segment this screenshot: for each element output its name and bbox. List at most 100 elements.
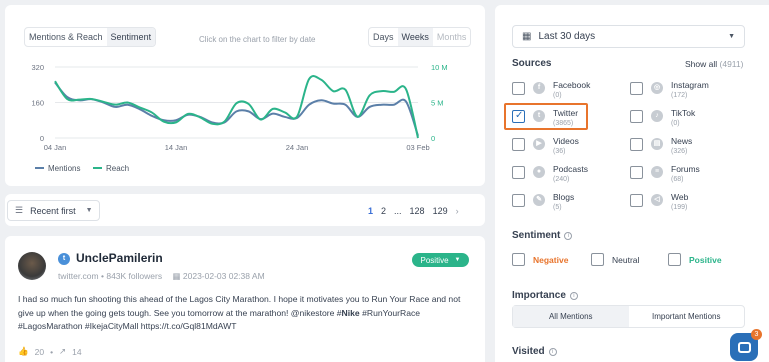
- source-name: Forums: [671, 164, 700, 174]
- total-count: (4911): [719, 59, 744, 69]
- source-checkbox[interactable]: [630, 166, 643, 179]
- avatar[interactable]: [18, 252, 46, 280]
- source-checkbox[interactable]: [512, 138, 525, 151]
- next-page-icon[interactable]: ›: [456, 206, 459, 216]
- chat-button[interactable]: 3: [730, 329, 762, 361]
- mention-text-highlight: Nike: [341, 307, 360, 318]
- web-icon: ◁: [651, 194, 663, 206]
- y-left-tick-label: 320: [31, 63, 44, 72]
- source-checkbox[interactable]: [630, 194, 643, 207]
- source-count: (326): [671, 148, 688, 155]
- date-range-dropdown[interactable]: ▦ Last 30 days ▼: [512, 25, 745, 48]
- date-range-label: Last 30 days: [538, 31, 596, 42]
- sentiment-badge[interactable]: Positive ▼: [412, 253, 469, 267]
- like-icon: 👍: [18, 346, 29, 356]
- source-count: (36): [553, 148, 566, 155]
- page-ellipsis: ...: [394, 206, 402, 216]
- source-videos[interactable]: ▶ Videos (36): [512, 136, 622, 160]
- legend-label: Reach: [106, 164, 129, 173]
- show-all-link[interactable]: Show all (4911): [685, 59, 743, 69]
- author-meta: twitter.com • 843K followers ▦ 2023-02-0…: [58, 271, 265, 282]
- page-128[interactable]: 128: [410, 206, 425, 216]
- facebook-icon: f: [533, 82, 545, 94]
- share-icon: ↗: [59, 346, 67, 356]
- source-name: Instagram: [671, 80, 709, 90]
- source-count: (5): [553, 204, 562, 211]
- source-forums[interactable]: ≡ Forums (68): [630, 164, 740, 188]
- chat-badge: 3: [751, 329, 762, 340]
- tiktok-icon: ♪: [651, 110, 663, 122]
- page-2[interactable]: 2: [381, 206, 386, 216]
- page-129[interactable]: 129: [433, 206, 448, 216]
- positive-label: Positive: [689, 255, 722, 265]
- source-checkbox[interactable]: [512, 194, 525, 207]
- y-right-tick-label: 0: [431, 134, 435, 143]
- pagination: 1 2 ... 128 129 ›: [368, 206, 459, 216]
- importance-tabs: All Mentions Important Mentions: [512, 305, 745, 328]
- engagement-row: 👍 20 • ↗ 14: [18, 346, 82, 357]
- source-tiktok[interactable]: ♪ TikTok (0): [630, 108, 740, 132]
- y-right-tick-label: 5 M: [431, 99, 444, 108]
- source-facebook[interactable]: f Facebook (0): [512, 80, 622, 104]
- positive-checkbox[interactable]: [668, 253, 681, 266]
- calendar-icon: ▦: [522, 31, 532, 42]
- sort-lines-icon: ☰: [15, 205, 24, 215]
- shares-count: 14: [72, 346, 82, 357]
- source-count: (0): [671, 120, 680, 127]
- source-name: Facebook: [553, 80, 591, 90]
- source-checkbox[interactable]: [630, 110, 643, 123]
- y-left-tick-label: 0: [40, 134, 44, 143]
- y-left-tick-label: 160: [31, 99, 44, 108]
- importance-title: Importance i: [512, 290, 578, 301]
- source-checkbox[interactable]: [512, 82, 525, 95]
- x-tick-label: 14 Jan: [165, 143, 188, 152]
- sentiment-options: Negative Neutral Positive: [512, 253, 752, 269]
- source-news[interactable]: ▤ News (326): [630, 136, 740, 160]
- source-checkbox[interactable]: [512, 166, 525, 179]
- y-right-tick-label: 10 M: [431, 63, 448, 72]
- x-tick-label: 03 Feb: [406, 143, 429, 152]
- sort-dropdown[interactable]: ☰ Recent first ▼: [7, 200, 100, 221]
- twitter-icon: t: [58, 253, 70, 265]
- source-instagram[interactable]: ◎ Instagram (172): [630, 80, 740, 104]
- mentions-reach-chart[interactable]: 320 10 M160 5 M0 004 Jan 14 Jan 24 Jan 03 FebM…: [5, 5, 485, 186]
- neutral-label: Neutral: [612, 255, 640, 265]
- sentiment-title: Sentiment i: [512, 230, 573, 241]
- tab-all-mentions[interactable]: All Mentions: [513, 306, 629, 327]
- source-web[interactable]: ◁ Web (199): [630, 192, 740, 216]
- tab-important-mentions[interactable]: Important Mentions: [629, 306, 745, 327]
- mention-date: 2023-02-03 02:38 AM: [182, 271, 265, 281]
- source-name: News: [671, 136, 693, 146]
- source-name: Podcasts: [553, 164, 588, 174]
- sources-title: Sources: [512, 58, 552, 69]
- negative-checkbox[interactable]: [512, 253, 525, 266]
- followers-count: 843K followers: [106, 271, 163, 281]
- source-podcasts[interactable]: ● Podcasts (240): [512, 164, 622, 188]
- mention-text: I had so much fun shooting this ahead of…: [18, 293, 478, 334]
- video-icon: ▶: [533, 138, 545, 150]
- source-checkbox[interactable]: [630, 82, 643, 95]
- source-name: TikTok: [671, 108, 696, 118]
- visited-title: Visited i: [512, 346, 557, 357]
- neutral-checkbox[interactable]: [591, 253, 604, 266]
- blog-icon: ✎: [533, 194, 545, 206]
- page-1[interactable]: 1: [368, 206, 373, 216]
- chevron-down-icon: ▼: [728, 33, 735, 40]
- source-domain[interactable]: twitter.com: [58, 271, 99, 281]
- news-icon: ▤: [651, 138, 663, 150]
- source-name: Videos: [553, 136, 579, 146]
- meta-dot: •: [50, 346, 54, 357]
- sentiment-title-text: Sentiment: [512, 230, 561, 241]
- sort-bar: ☰ Recent first ▼ 1 2 ... 128 129 ›: [5, 194, 485, 226]
- negative-label: Negative: [533, 255, 569, 265]
- source-checkbox[interactable]: [630, 138, 643, 151]
- chart-card: Mentions & Reach Sentiment Click on the …: [5, 5, 485, 186]
- author-name[interactable]: UnclePamilerin: [76, 251, 163, 265]
- source-blogs[interactable]: ✎ Blogs (5): [512, 192, 622, 216]
- podcast-icon: ●: [533, 166, 545, 178]
- calendar-icon: ▦: [172, 271, 181, 281]
- info-icon: i: [569, 292, 578, 300]
- source-name: Blogs: [553, 192, 575, 202]
- source-count: (68): [671, 176, 684, 183]
- chat-icon: [737, 341, 751, 353]
